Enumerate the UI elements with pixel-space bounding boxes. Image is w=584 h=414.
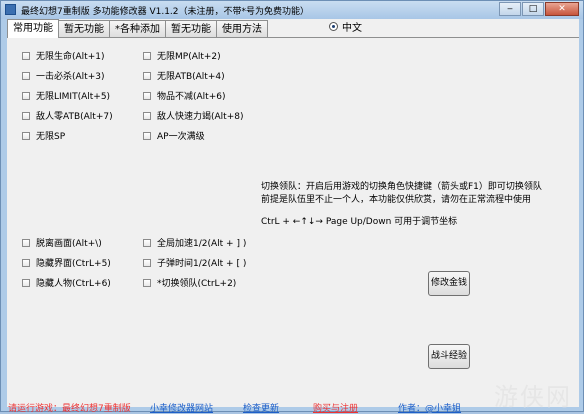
window-title: 最终幻想7重制版 多功能修改器 V1.1.2（未注册，不带*号为免费功能） <box>21 4 309 17</box>
game-status: 请运行游戏：最终幻想7重制版 <box>8 401 131 414</box>
checkbox-icon[interactable] <box>143 279 151 287</box>
checkbox-icon[interactable] <box>22 279 30 287</box>
checkbox-hide-character[interactable]: 隐藏人物(CtrL+6) <box>22 276 111 289</box>
option-label: 脱离画面(Alt+\) <box>36 236 102 249</box>
radio-icon[interactable] <box>329 22 338 31</box>
website-link[interactable]: 小幸修改器网站 <box>150 401 213 414</box>
language-option[interactable]: 中文 <box>329 19 362 34</box>
checkbox-one-hit-kill[interactable]: 一击必杀(Alt+3) <box>22 69 104 82</box>
checkbox-icon[interactable] <box>22 259 30 267</box>
checkbox-icon[interactable] <box>143 72 151 80</box>
checkbox-icon[interactable] <box>143 132 151 140</box>
tab-none-2[interactable]: 暂无功能 <box>165 20 217 38</box>
option-label: 无限MP(Alt+2) <box>157 49 221 62</box>
option-label: 子弹时间1/2(Alt + [ ) <box>157 256 246 269</box>
option-label: *切换领队(CtrL+2) <box>157 276 236 289</box>
option-label: 敌人快速力竭(Alt+8) <box>157 109 243 122</box>
checkbox-icon[interactable] <box>143 92 151 100</box>
checkbox-ap-max-level[interactable]: AP一次满级 <box>143 129 205 142</box>
register-link[interactable]: 购买与注册 <box>313 401 358 414</box>
checkbox-switch-leader[interactable]: *切换领队(CtrL+2) <box>143 276 236 289</box>
checkbox-icon[interactable] <box>143 52 151 60</box>
checkbox-icon[interactable] <box>143 259 151 267</box>
option-label: 无限LIMIT(Alt+5) <box>36 89 110 102</box>
author-link[interactable]: 作者：@小幸姐 <box>398 401 461 414</box>
option-label: 无限SP <box>36 129 65 142</box>
checkbox-icon[interactable] <box>143 112 151 120</box>
tab-strip: 常用功能 暂无功能 *各种添加 暂无功能 使用方法 <box>7 19 267 37</box>
checkbox-leave-screen[interactable]: 脱离画面(Alt+\) <box>22 236 102 249</box>
battle-exp-button[interactable]: 战斗经验 <box>428 344 470 369</box>
checkbox-icon[interactable] <box>143 239 151 247</box>
main-window: 最终幻想7重制版 多功能修改器 V1.1.2（未注册，不带*号为免费功能） ‒ … <box>0 0 584 412</box>
modify-money-button[interactable]: 修改金钱 <box>428 271 470 296</box>
checkbox-bullet-time[interactable]: 子弹时间1/2(Alt + [ ) <box>143 256 246 269</box>
client-area: 常用功能 暂无功能 *各种添加 暂无功能 使用方法 中文 无限生命(Alt+1)… <box>7 19 579 407</box>
checkbox-infinite-sp[interactable]: 无限SP <box>22 129 65 142</box>
checkbox-icon[interactable] <box>22 52 30 60</box>
option-label: 全局加速1/2(Alt + ] ) <box>157 236 246 249</box>
checkbox-global-speed[interactable]: 全局加速1/2(Alt + ] ) <box>143 236 246 249</box>
checkbox-icon[interactable] <box>22 92 30 100</box>
checkbox-infinite-limit[interactable]: 无限LIMIT(Alt+5) <box>22 89 110 102</box>
checkbox-items-no-decrease[interactable]: 物品不减(Alt+6) <box>143 89 225 102</box>
option-label: 一击必杀(Alt+3) <box>36 69 104 82</box>
checkbox-icon[interactable] <box>22 72 30 80</box>
option-label: 物品不减(Alt+6) <box>157 89 225 102</box>
info-line-2: 前提是队伍里不止一个人，本功能仅供欣赏，请勿在正常流程中使用 <box>261 192 531 205</box>
check-update-link[interactable]: 检查更新 <box>243 401 279 414</box>
checkbox-infinite-mp[interactable]: 无限MP(Alt+2) <box>143 49 221 62</box>
maximize-button[interactable]: □ <box>522 2 544 16</box>
watermark-logo: 游侠网 <box>494 377 572 412</box>
minimize-button[interactable]: ‒ <box>499 2 521 16</box>
checkbox-enemy-zero-atb[interactable]: 敌人零ATB(Alt+7) <box>22 109 113 122</box>
checkbox-hide-ui[interactable]: 隐藏界面(CtrL+5) <box>22 256 111 269</box>
checkbox-infinite-atb[interactable]: 无限ATB(Alt+4) <box>143 69 225 82</box>
tab-panel: 无限生命(Alt+1) 一击必杀(Alt+3) 无限LIMIT(Alt+5) 敌… <box>7 38 579 390</box>
checkbox-enemy-fast-stagger[interactable]: 敌人快速力竭(Alt+8) <box>143 109 243 122</box>
option-label: 无限ATB(Alt+4) <box>157 69 225 82</box>
language-label: 中文 <box>342 19 362 34</box>
option-label: 隐藏界面(CtrL+5) <box>36 256 111 269</box>
close-button[interactable]: ✕ <box>545 2 579 16</box>
option-label: 无限生命(Alt+1) <box>36 49 104 62</box>
tab-add-items[interactable]: *各种添加 <box>109 20 166 38</box>
window-controls: ‒ □ ✕ <box>498 2 579 17</box>
option-label: 敌人零ATB(Alt+7) <box>36 109 113 122</box>
title-bar[interactable]: 最终幻想7重制版 多功能修改器 V1.1.2（未注册，不带*号为免费功能） ‒ … <box>1 1 583 19</box>
app-icon <box>5 4 16 15</box>
option-label: AP一次满级 <box>157 129 205 142</box>
info-line-3: CtrL + ←↑↓→ Page Up/Down 可用于调节坐标 <box>261 214 457 227</box>
option-label: 隐藏人物(CtrL+6) <box>36 276 111 289</box>
checkbox-icon[interactable] <box>22 239 30 247</box>
tab-usage[interactable]: 使用方法 <box>216 20 268 38</box>
checkbox-icon[interactable] <box>22 132 30 140</box>
checkbox-icon[interactable] <box>22 112 30 120</box>
info-line-1: 切换领队：开启后用游戏的切换角色快捷键（箭头或F1）即可切换领队 <box>261 179 542 192</box>
tab-common[interactable]: 常用功能 <box>7 19 59 38</box>
tab-none-1[interactable]: 暂无功能 <box>58 20 110 38</box>
checkbox-infinite-hp[interactable]: 无限生命(Alt+1) <box>22 49 104 62</box>
